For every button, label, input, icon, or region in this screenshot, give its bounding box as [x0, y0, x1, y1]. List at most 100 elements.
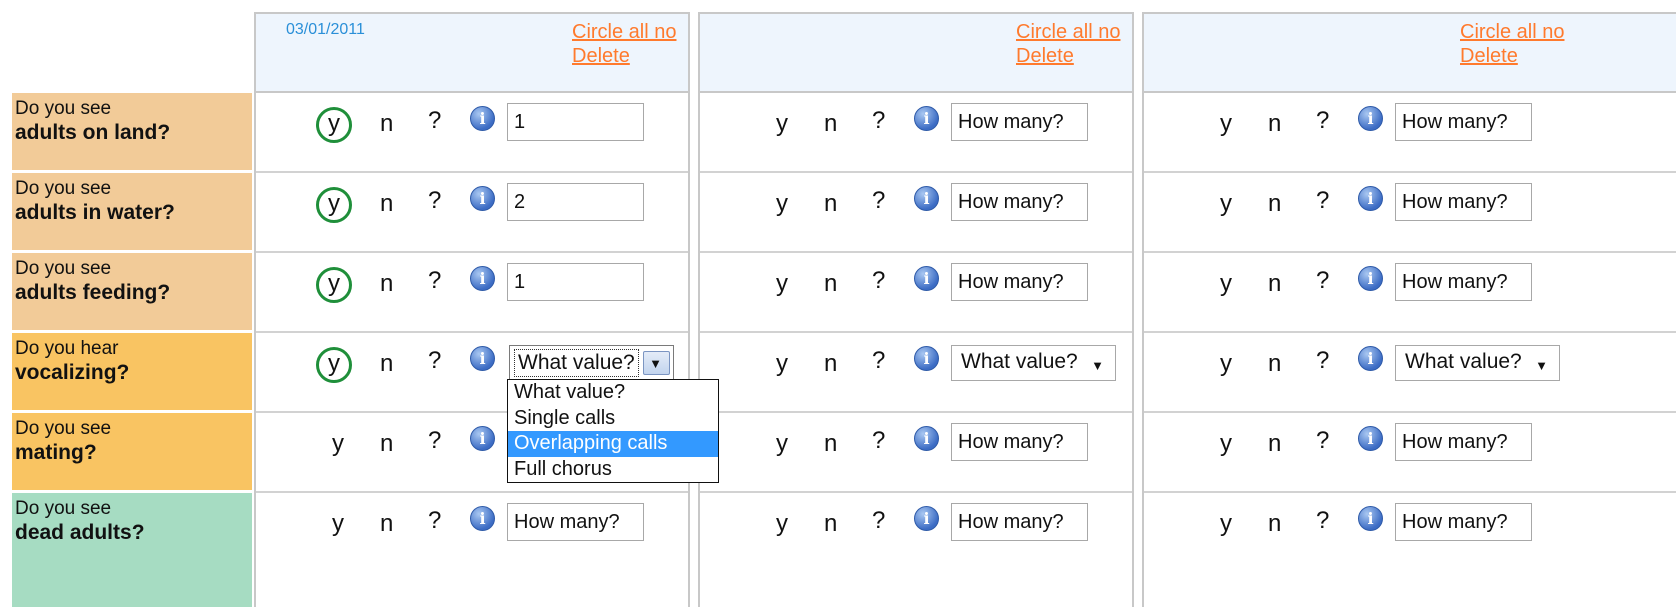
info-icon[interactable]: i	[914, 346, 939, 371]
info-icon[interactable]: i	[1358, 426, 1383, 451]
answer-unknown[interactable]: ?	[1316, 187, 1329, 215]
count-input[interactable]	[951, 103, 1088, 141]
dropdown-option[interactable]: What value?	[508, 380, 718, 406]
info-icon[interactable]: i	[470, 106, 495, 131]
circle-all-no-link[interactable]: Circle all no	[572, 21, 676, 44]
delete-link[interactable]: Delete	[572, 45, 630, 68]
answer-unknown[interactable]: ?	[428, 347, 441, 375]
dropdown-option-highlighted[interactable]: Overlapping calls	[508, 431, 718, 457]
answer-yes[interactable]: y	[776, 110, 788, 138]
answer-no[interactable]: n	[1268, 190, 1281, 218]
answer-no[interactable]: n	[824, 270, 837, 298]
answer-unknown[interactable]: ?	[872, 427, 885, 455]
info-icon[interactable]: i	[1358, 506, 1383, 531]
info-icon[interactable]: i	[470, 506, 495, 531]
answer-yes[interactable]: y	[776, 430, 788, 458]
answer-no[interactable]: n	[380, 190, 393, 218]
count-input[interactable]	[951, 183, 1088, 221]
answer-unknown[interactable]: ?	[1316, 427, 1329, 455]
answer-yes[interactable]: y	[1220, 350, 1232, 378]
vocalizing-value-select[interactable]: What value? ▼	[1395, 345, 1560, 381]
count-input[interactable]	[1395, 423, 1532, 461]
answer-unknown[interactable]: ?	[1316, 507, 1329, 535]
answer-yes[interactable]: y	[332, 430, 344, 458]
answer-yes[interactable]: y	[1220, 190, 1232, 218]
info-icon[interactable]: i	[914, 426, 939, 451]
answer-yes[interactable]: y	[776, 190, 788, 218]
circle-all-no-link[interactable]: Circle all no	[1016, 21, 1120, 44]
info-icon[interactable]: i	[1358, 106, 1383, 131]
answer-unknown[interactable]: ?	[872, 507, 885, 535]
answer-yes[interactable]: y	[776, 350, 788, 378]
answer-no[interactable]: n	[1268, 510, 1281, 538]
answer-no[interactable]: n	[1268, 110, 1281, 138]
answer-no[interactable]: n	[824, 190, 837, 218]
count-input[interactable]	[507, 103, 644, 141]
answer-no[interactable]: n	[824, 510, 837, 538]
answer-yes[interactable]: y	[776, 270, 788, 298]
answer-yes[interactable]: y	[1220, 510, 1232, 538]
count-input[interactable]	[951, 423, 1088, 461]
answer-no[interactable]: n	[824, 110, 837, 138]
circle-all-no-link[interactable]: Circle all no	[1460, 21, 1564, 44]
count-input[interactable]	[1395, 183, 1532, 221]
answer-yes[interactable]: y	[1220, 270, 1232, 298]
info-icon[interactable]: i	[1358, 186, 1383, 211]
answer-yes[interactable]: y	[332, 510, 344, 538]
answer-yes[interactable]: y	[328, 110, 340, 138]
answer-unknown[interactable]: ?	[1316, 347, 1329, 375]
answer-no[interactable]: n	[380, 430, 393, 458]
info-icon[interactable]: i	[470, 426, 495, 451]
info-icon[interactable]: i	[914, 106, 939, 131]
answer-no[interactable]: n	[824, 430, 837, 458]
answer-no[interactable]: n	[1268, 350, 1281, 378]
count-input[interactable]	[507, 263, 644, 301]
dropdown-button[interactable]: ▼	[643, 351, 670, 375]
info-icon[interactable]: i	[1358, 346, 1383, 371]
count-input[interactable]	[1395, 103, 1532, 141]
answer-no[interactable]: n	[824, 350, 837, 378]
answer-unknown[interactable]: ?	[428, 107, 441, 135]
answer-unknown[interactable]: ?	[428, 427, 441, 455]
answer-yes[interactable]: y	[328, 190, 340, 218]
count-input[interactable]	[951, 263, 1088, 301]
dropdown-option[interactable]: Full chorus	[508, 457, 718, 483]
count-input[interactable]	[1395, 503, 1532, 541]
answer-unknown[interactable]: ?	[1316, 267, 1329, 295]
dropdown-option[interactable]: Single calls	[508, 406, 718, 432]
answer-unknown[interactable]: ?	[872, 267, 885, 295]
answer-no[interactable]: n	[1268, 430, 1281, 458]
info-icon[interactable]: i	[1358, 266, 1383, 291]
info-icon[interactable]: i	[914, 186, 939, 211]
answer-yes[interactable]: y	[776, 510, 788, 538]
info-icon[interactable]: i	[914, 506, 939, 531]
info-icon[interactable]: i	[470, 266, 495, 291]
answer-unknown[interactable]: ?	[428, 187, 441, 215]
count-input[interactable]	[507, 503, 644, 541]
answer-no[interactable]: n	[380, 110, 393, 138]
count-input[interactable]	[1395, 263, 1532, 301]
answer-unknown[interactable]: ?	[1316, 107, 1329, 135]
answer-unknown[interactable]: ?	[428, 267, 441, 295]
answer-yes[interactable]: y	[328, 270, 340, 298]
info-icon[interactable]: i	[470, 346, 495, 371]
count-input[interactable]	[507, 183, 644, 221]
answer-no[interactable]: n	[1268, 270, 1281, 298]
vocalizing-value-select[interactable]: What value? ▼	[509, 345, 674, 381]
info-icon[interactable]: i	[914, 266, 939, 291]
delete-link[interactable]: Delete	[1460, 45, 1518, 68]
answer-unknown[interactable]: ?	[872, 107, 885, 135]
answer-yes[interactable]: y	[1220, 110, 1232, 138]
delete-link[interactable]: Delete	[1016, 45, 1074, 68]
vocalizing-value-select[interactable]: What value? ▼	[951, 345, 1116, 381]
answer-unknown[interactable]: ?	[872, 347, 885, 375]
info-icon[interactable]: i	[470, 186, 495, 211]
answer-no[interactable]: n	[380, 270, 393, 298]
answer-no[interactable]: n	[380, 350, 393, 378]
answer-no[interactable]: n	[380, 510, 393, 538]
count-input[interactable]	[951, 503, 1088, 541]
answer-unknown[interactable]: ?	[428, 507, 441, 535]
answer-yes[interactable]: y	[328, 350, 340, 378]
answer-unknown[interactable]: ?	[872, 187, 885, 215]
answer-yes[interactable]: y	[1220, 430, 1232, 458]
